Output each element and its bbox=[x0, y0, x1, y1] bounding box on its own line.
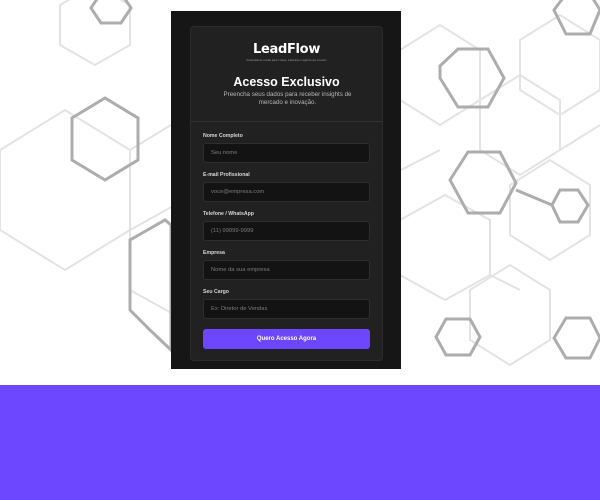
hexagon-outline bbox=[509, 158, 591, 262]
phone-input[interactable] bbox=[203, 221, 370, 241]
company-label: Empresa bbox=[203, 250, 225, 256]
hexagon-link bbox=[559, 124, 600, 151]
hexagon-outline bbox=[59, 0, 131, 67]
name-label: Nome Completo bbox=[203, 133, 243, 139]
job-title-input[interactable] bbox=[203, 299, 370, 319]
company-input[interactable] bbox=[203, 260, 370, 280]
brand-logo: LeadFlow Aceleração de vendas para o var… bbox=[191, 40, 382, 62]
hexagon-outline bbox=[552, 0, 600, 36]
email-input[interactable] bbox=[203, 182, 370, 202]
brand-name: LeadFlow bbox=[252, 42, 321, 57]
phone-label: Telefone / WhatsApp bbox=[203, 211, 254, 217]
hexagon-outline bbox=[550, 188, 590, 224]
hexagon-outline bbox=[438, 47, 506, 109]
job-title-label: Seu Cargo bbox=[203, 289, 229, 295]
brand-tagline: Aceleração de vendas para o varejo, mark… bbox=[246, 59, 327, 62]
form-subtitle: Preencha seus dados para receber insight… bbox=[223, 91, 352, 106]
bottom-accent-band bbox=[0, 385, 600, 500]
card-divider bbox=[191, 121, 382, 122]
hexagon-outline bbox=[128, 218, 173, 354]
submit-button[interactable]: Quero Acesso Agora bbox=[203, 329, 370, 349]
name-input[interactable] bbox=[203, 143, 370, 163]
hexagon-link bbox=[129, 124, 172, 151]
form-panel: LeadFlow Aceleração de vendas para o var… bbox=[171, 11, 401, 369]
hexagon-outline bbox=[89, 0, 133, 25]
hexagon-link bbox=[515, 188, 553, 207]
form-title: Acesso Exclusivo bbox=[233, 75, 340, 89]
signup-card: LeadFlow Aceleração de vendas para o var… bbox=[190, 26, 383, 361]
hexagon-outline bbox=[434, 317, 482, 357]
hexagon-outline bbox=[399, 193, 491, 302]
hexagon-link bbox=[489, 274, 521, 291]
hexagon-outline bbox=[552, 316, 600, 360]
email-label: E-mail Profissional bbox=[203, 172, 250, 178]
hexagon-outline bbox=[0, 108, 131, 272]
hexagon-link bbox=[400, 149, 441, 171]
hexagon-outline bbox=[70, 96, 140, 182]
